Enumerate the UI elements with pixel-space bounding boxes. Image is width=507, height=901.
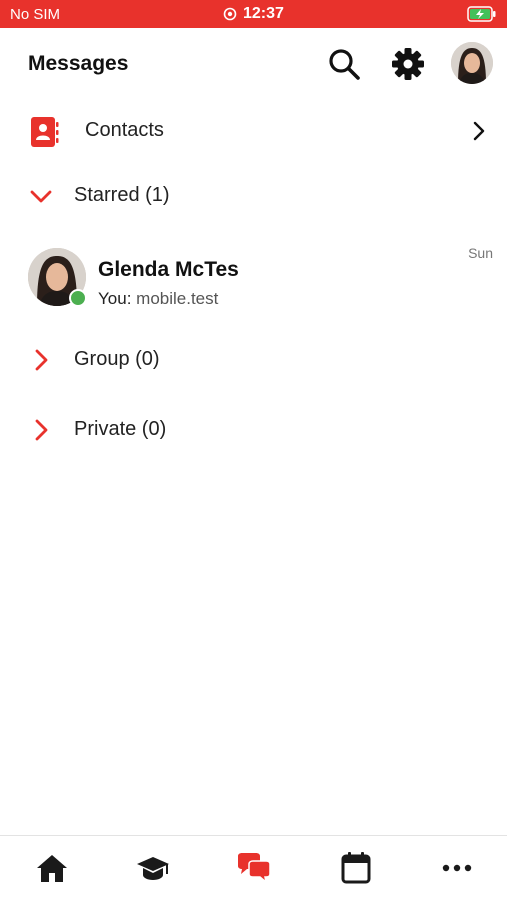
user-photo-icon <box>451 42 493 84</box>
conversation-name: Glenda McTes <box>98 258 239 281</box>
home-icon <box>37 855 67 882</box>
address-book-icon <box>31 117 59 147</box>
online-status-dot <box>69 289 87 307</box>
search-icon <box>329 49 360 80</box>
conversation-time: Sun <box>468 245 493 261</box>
group-label: Group (0) <box>74 348 160 370</box>
calendar-icon <box>341 852 371 884</box>
settings-button[interactable] <box>388 44 428 84</box>
tab-calendar[interactable] <box>336 850 376 886</box>
starred-section-header[interactable]: Starred (1) <box>0 176 507 216</box>
more-icon <box>442 864 472 872</box>
carrier-label: No SIM <box>10 6 61 23</box>
chevron-down-icon <box>30 190 52 203</box>
starred-label: Starred (1) <box>74 184 170 206</box>
tab-home[interactable] <box>32 850 72 886</box>
gear-icon <box>392 48 424 80</box>
chevron-right-icon <box>35 419 48 441</box>
tab-more[interactable] <box>437 850 477 886</box>
page-title: Messages <box>28 52 129 75</box>
status-time-group: 12:37 <box>223 5 284 23</box>
contacts-label: Contacts <box>85 119 164 141</box>
status-time: 12:37 <box>243 5 284 22</box>
contacts-row[interactable]: Contacts <box>0 110 507 154</box>
private-label: Private (0) <box>74 418 167 440</box>
chevron-right-icon <box>473 121 485 141</box>
private-section-header[interactable]: Private (0) <box>0 410 507 450</box>
search-button[interactable] <box>324 44 364 84</box>
bottom-tab-bar <box>0 835 507 901</box>
battery-charging-icon <box>467 6 496 22</box>
chevron-right-icon <box>35 349 48 371</box>
tab-learning[interactable] <box>133 850 173 886</box>
preview-prefix: You: <box>98 289 132 308</box>
tab-messages[interactable] <box>234 850 274 886</box>
chat-bubbles-icon <box>238 853 271 884</box>
conversation-preview: You: mobile.test <box>98 289 218 309</box>
graduation-cap-icon <box>137 857 169 880</box>
app-header: Messages <box>0 28 507 100</box>
preview-text: mobile.test <box>136 289 219 308</box>
group-section-header[interactable]: Group (0) <box>0 340 507 380</box>
profile-avatar[interactable] <box>451 42 493 84</box>
location-icon <box>223 7 237 21</box>
status-bar: No SIM 12:37 <box>0 0 507 28</box>
